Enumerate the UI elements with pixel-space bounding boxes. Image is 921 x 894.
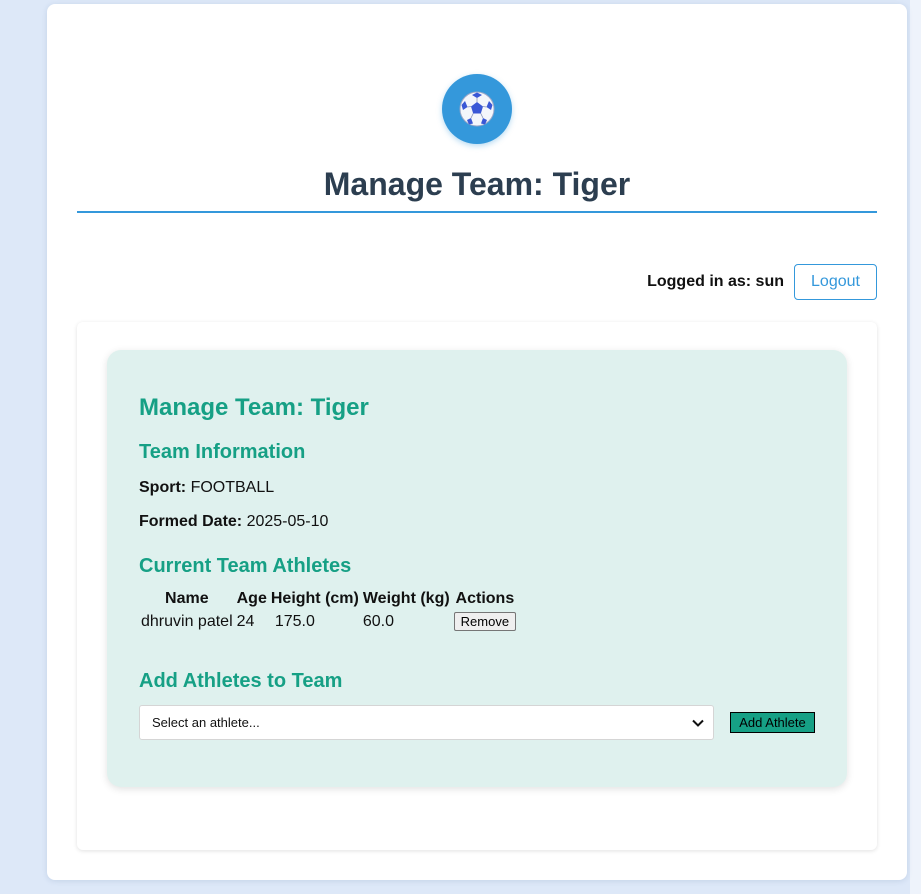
team-card-title: Manage Team: Tiger [139,394,369,421]
column-header-name: Name [165,590,209,607]
remove-athlete-button[interactable]: Remove [453,612,517,631]
table-header-row: Name Age Height (cm) Weight (kg) Actions [139,588,518,610]
page-title: Manage Team: Tiger [323,166,631,202]
athletes-table: Name Age Height (cm) Weight (kg) Actions… [139,588,518,633]
sport-value: FOOTBALL [190,479,275,496]
formed-date-value: 2025-05-10 [246,513,329,530]
athlete-actions: Remove [452,610,518,633]
team-card: Manage Team: Tiger Team Information Spor… [107,350,847,787]
athlete-age: 24 [236,612,255,630]
team-information-heading: Team Information [139,441,306,463]
current-athletes-heading: Current Team Athletes [139,555,352,577]
window-edge [910,0,921,894]
title-divider [77,211,877,213]
user-bar: Logged in as: sun Logout [647,264,877,300]
logout-button[interactable]: Logout [794,264,877,300]
column-header-weight: Weight (kg) [362,590,450,607]
athlete-select[interactable]: Select an athlete... [139,705,714,740]
sport-info: Sport: FOOTBALL [139,478,274,498]
team-logo [442,74,512,144]
sport-label: Sport: [139,479,187,496]
soccer-ball-icon [459,91,495,127]
column-header-age: Age [236,590,267,607]
formed-date-label: Formed Date: [139,513,243,530]
chevron-down-icon [692,719,704,727]
column-header-actions: Actions [455,590,515,607]
athlete-select-value: Select an athlete... [152,715,260,730]
add-athletes-heading: Add Athletes to Team [139,670,343,692]
page-container: Manage Team: Tiger Logged in as: sun Log… [47,4,907,880]
logged-in-label: Logged in as: sun [647,273,784,290]
athlete-weight: 60.0 [362,612,394,630]
add-athlete-button[interactable]: Add Athlete [730,712,815,733]
athlete-height: 175.0 [274,612,315,630]
main-panel: Manage Team: Tiger Team Information Spor… [77,322,877,850]
table-row: dhruvin patel 24 175.0 60.0 Remove [139,610,518,633]
column-header-height: Height (cm) [270,590,359,607]
formed-date-info: Formed Date: 2025-05-10 [139,512,328,532]
athlete-name: dhruvin patel [141,612,233,630]
